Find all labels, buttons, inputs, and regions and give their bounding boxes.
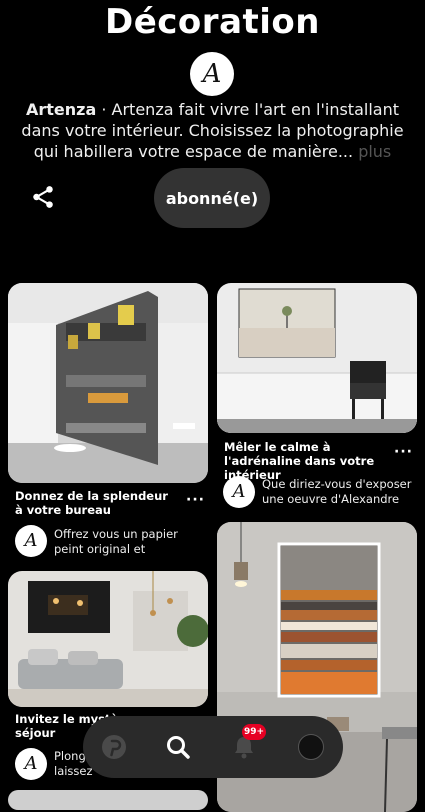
board-owner-name[interactable]: Artenza <box>26 100 96 119</box>
pin-image[interactable] <box>8 571 208 707</box>
pin-description-text: Plong <box>54 749 86 763</box>
board-description: Artenza · Artenza fait vivre l'art en l'… <box>20 99 405 162</box>
pin-title[interactable]: Donnez de la splendeur à votre bureau <box>15 489 175 517</box>
artenza-logo: A <box>24 753 38 774</box>
board-title: Décoration <box>105 2 320 42</box>
pin-more-options-button[interactable]: ··· <box>394 444 413 460</box>
profile-avatar-image <box>298 734 324 760</box>
pin-image[interactable] <box>217 283 417 433</box>
artenza-logo: A <box>24 530 38 551</box>
pinterest-home-icon[interactable] <box>99 732 129 762</box>
share-icon[interactable] <box>30 184 56 210</box>
pin-owner-avatar[interactable]: A <box>15 748 47 780</box>
pin-title[interactable]: Mêler le calme à l'adrénaline dans votre… <box>224 440 389 482</box>
pin-owner-avatar[interactable]: A <box>223 476 255 508</box>
artenza-logo: A <box>202 59 222 89</box>
pin-owner-avatar[interactable]: A <box>15 525 47 557</box>
artenza-logo: A <box>232 481 246 502</box>
pin-image[interactable] <box>8 283 208 483</box>
pin-description-text-end: laissez v <box>54 764 94 778</box>
pin-description: Offrez vous un papier peint original et … <box>54 527 178 556</box>
separator: · <box>96 100 112 119</box>
notification-count-badge: 99+ <box>242 724 267 740</box>
more-link[interactable]: plus <box>358 142 391 161</box>
bottom-nav-bar: 99+ <box>83 716 343 778</box>
follow-button[interactable]: abonné(e) <box>154 168 270 228</box>
pin-description: Que diriez-vous d'exposer une oeuvre d'A… <box>262 477 412 506</box>
board-owner-avatar[interactable]: A <box>190 52 234 96</box>
pin-more-options-button[interactable]: ··· <box>186 492 205 508</box>
pin-title-text-end: séjour <box>15 726 56 740</box>
profile-avatar[interactable] <box>296 732 326 762</box>
search-icon[interactable] <box>163 732 193 762</box>
pin-image[interactable] <box>8 790 208 810</box>
